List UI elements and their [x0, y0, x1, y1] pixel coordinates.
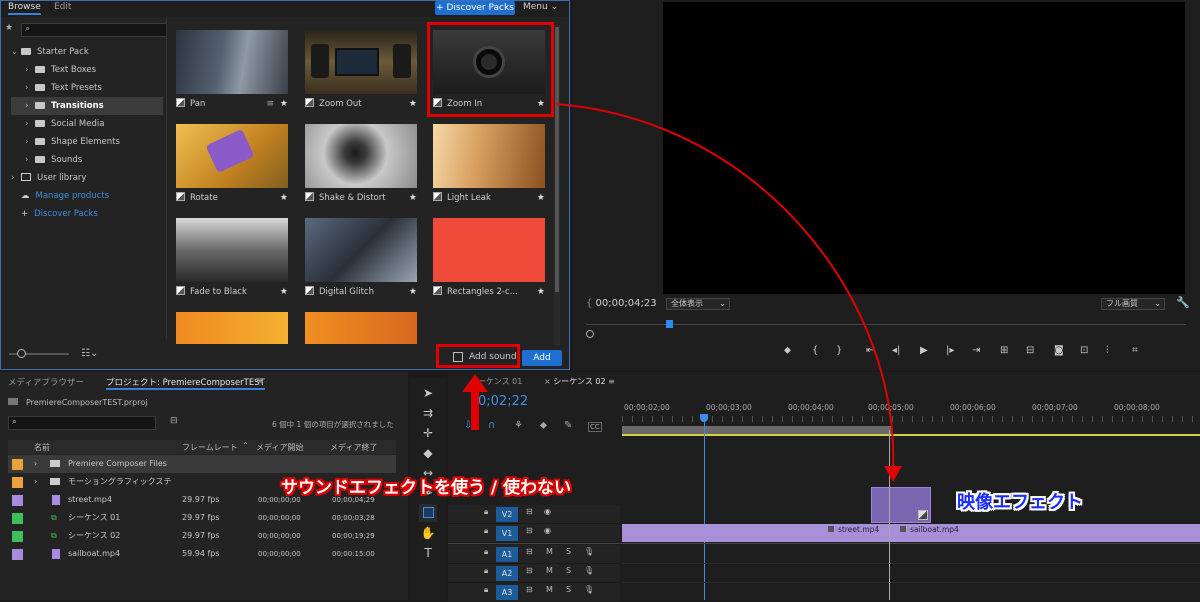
annotation-video: 映像エフェクト — [957, 492, 1083, 513]
arrowhead-down-icon — [884, 466, 902, 482]
arrow-shaft — [471, 388, 479, 430]
annotation-sound: サウンドエフェクトを使う / 使わない — [281, 478, 572, 498]
arrow-curve — [555, 103, 895, 471]
arrowhead-up-icon — [462, 374, 488, 392]
